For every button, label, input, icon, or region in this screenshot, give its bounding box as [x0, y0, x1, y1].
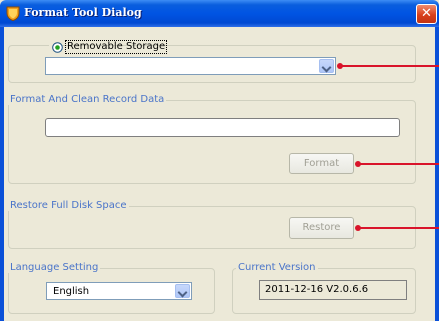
format-button-label: Format — [303, 158, 340, 169]
format-text-input[interactable] — [45, 118, 400, 137]
removable-storage-radio[interactable]: Removable Storage — [49, 39, 168, 55]
annotation-dot-drive — [337, 63, 343, 69]
restore-button[interactable]: Restore — [289, 217, 354, 239]
chevron-down-icon[interactable] — [175, 284, 190, 298]
format-section-group — [8, 100, 416, 184]
removable-storage-label: Removable Storage — [65, 40, 168, 54]
version-display: 2011-12-16 V2.0.6.6 — [259, 280, 407, 300]
language-section-legend: Language Setting — [8, 262, 101, 273]
format-tool-window: Format Tool Dialog ✕ Removable Storage F… — [0, 0, 439, 321]
radio-selected-icon — [52, 42, 63, 53]
format-button[interactable]: Format — [289, 153, 354, 174]
title-bar[interactable]: Format Tool Dialog ✕ — [0, 0, 439, 27]
version-section-legend: Current Version — [236, 262, 318, 273]
window-frame-left — [0, 27, 4, 321]
close-button[interactable]: ✕ — [416, 4, 437, 24]
annotation-line-format — [358, 163, 439, 165]
restore-section-legend: Restore Full Disk Space — [8, 200, 129, 211]
window-title: Format Tool Dialog — [24, 6, 142, 19]
version-value: 2011-12-16 V2.0.6.6 — [265, 284, 369, 295]
close-icon: ✕ — [421, 6, 432, 21]
annotation-dot-restore — [355, 225, 361, 231]
restore-button-label: Restore — [302, 222, 341, 233]
annotation-line-drive — [340, 65, 439, 67]
window-frame-right — [435, 27, 439, 321]
language-select-value: English — [53, 286, 90, 297]
annotation-dot-format — [355, 161, 361, 167]
format-section-legend: Format And Clean Record Data — [8, 94, 167, 105]
annotation-line-restore — [358, 227, 439, 229]
chevron-down-icon[interactable] — [319, 59, 334, 73]
language-select[interactable]: English — [46, 282, 192, 300]
shield-app-icon — [6, 6, 20, 21]
drive-select[interactable] — [45, 57, 336, 75]
